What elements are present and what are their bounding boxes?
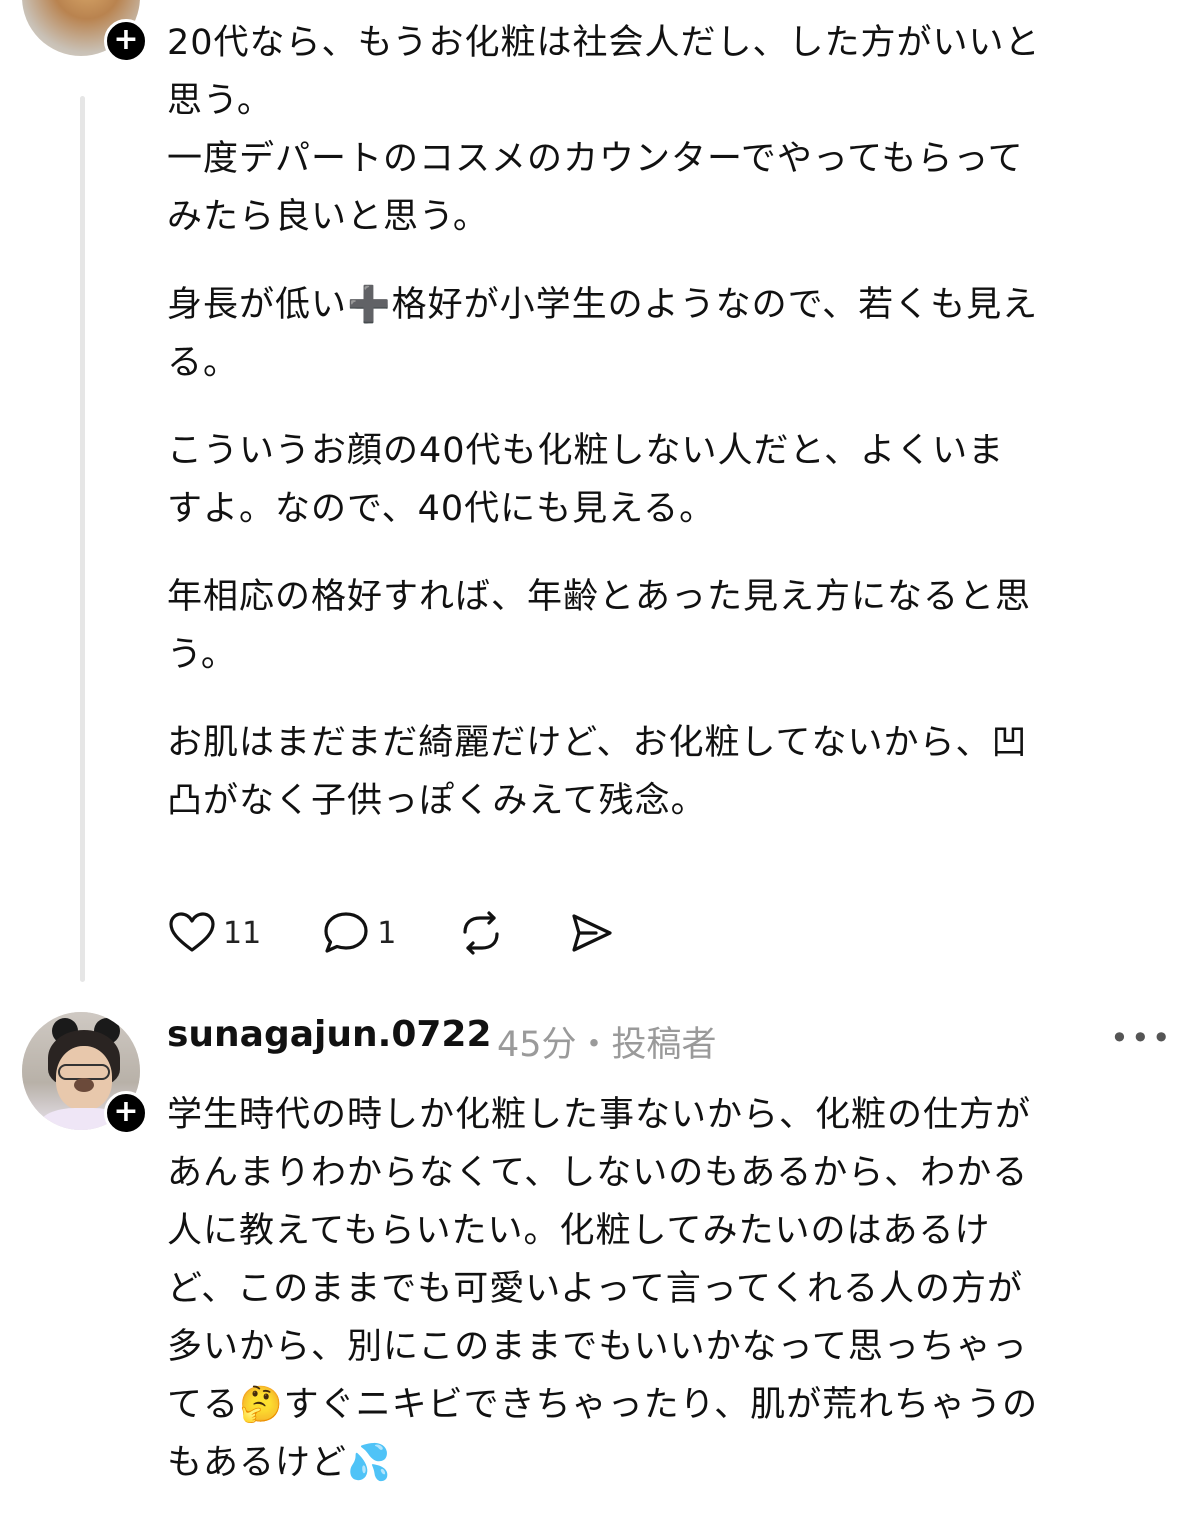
comment-paragraph: 身長が低い➕格好が小学生のようなので、若くも見え る。 [167, 285, 1039, 383]
comment-paragraph: 20代なら、もうお化粧は社会人だし、した方がいいと 思う。 一度デパートのコスメ… [167, 23, 1041, 237]
action-bar: 11 1 [167, 905, 676, 961]
like-button[interactable]: 11 [167, 908, 261, 958]
post-meta: 45分・投稿者 [497, 1025, 717, 1065]
send-icon [566, 908, 616, 958]
comment-bubble-icon [321, 908, 371, 958]
username[interactable]: sunagajun.0722 [167, 1014, 492, 1055]
comment-body: 20代なら、もうお化粧は社会人だし、した方がいいと 思う。 一度デパートのコスメ… [167, 14, 1177, 830]
repost-button[interactable] [456, 908, 506, 958]
heart-icon [167, 908, 217, 958]
comment-body: 学生時代の時しか化粧した事ないから、化粧の仕方が あんまりわからなくて、しないの… [167, 1086, 1177, 1492]
comment-paragraph: 学生時代の時しか化粧した事ないから、化粧の仕方が あんまりわからなくて、しないの… [167, 1095, 1039, 1483]
share-button[interactable] [566, 908, 616, 958]
comment-paragraph: 年相応の格好すれば、年齢とあった見え方になると思 う。 [167, 577, 1032, 675]
reply-button[interactable]: 1 [321, 908, 396, 958]
thread-line [80, 96, 85, 982]
reply-count: 1 [377, 915, 397, 951]
follow-plus-icon[interactable]: + [104, 19, 148, 63]
more-options-icon[interactable]: ••• [1110, 1018, 1171, 1058]
repost-icon [456, 908, 506, 958]
comment-paragraph: こういうお顔の40代も化粧しない人だと、よくいま すよ。なので、40代にも見える… [167, 431, 1005, 529]
comment-paragraph: お肌はまだまだ綺麗だけど、お化粧してないから、凹 凸がなく子供っぽくみえて残念。 [167, 723, 1028, 821]
follow-plus-icon[interactable]: + [104, 1091, 148, 1135]
like-count: 11 [223, 915, 262, 951]
